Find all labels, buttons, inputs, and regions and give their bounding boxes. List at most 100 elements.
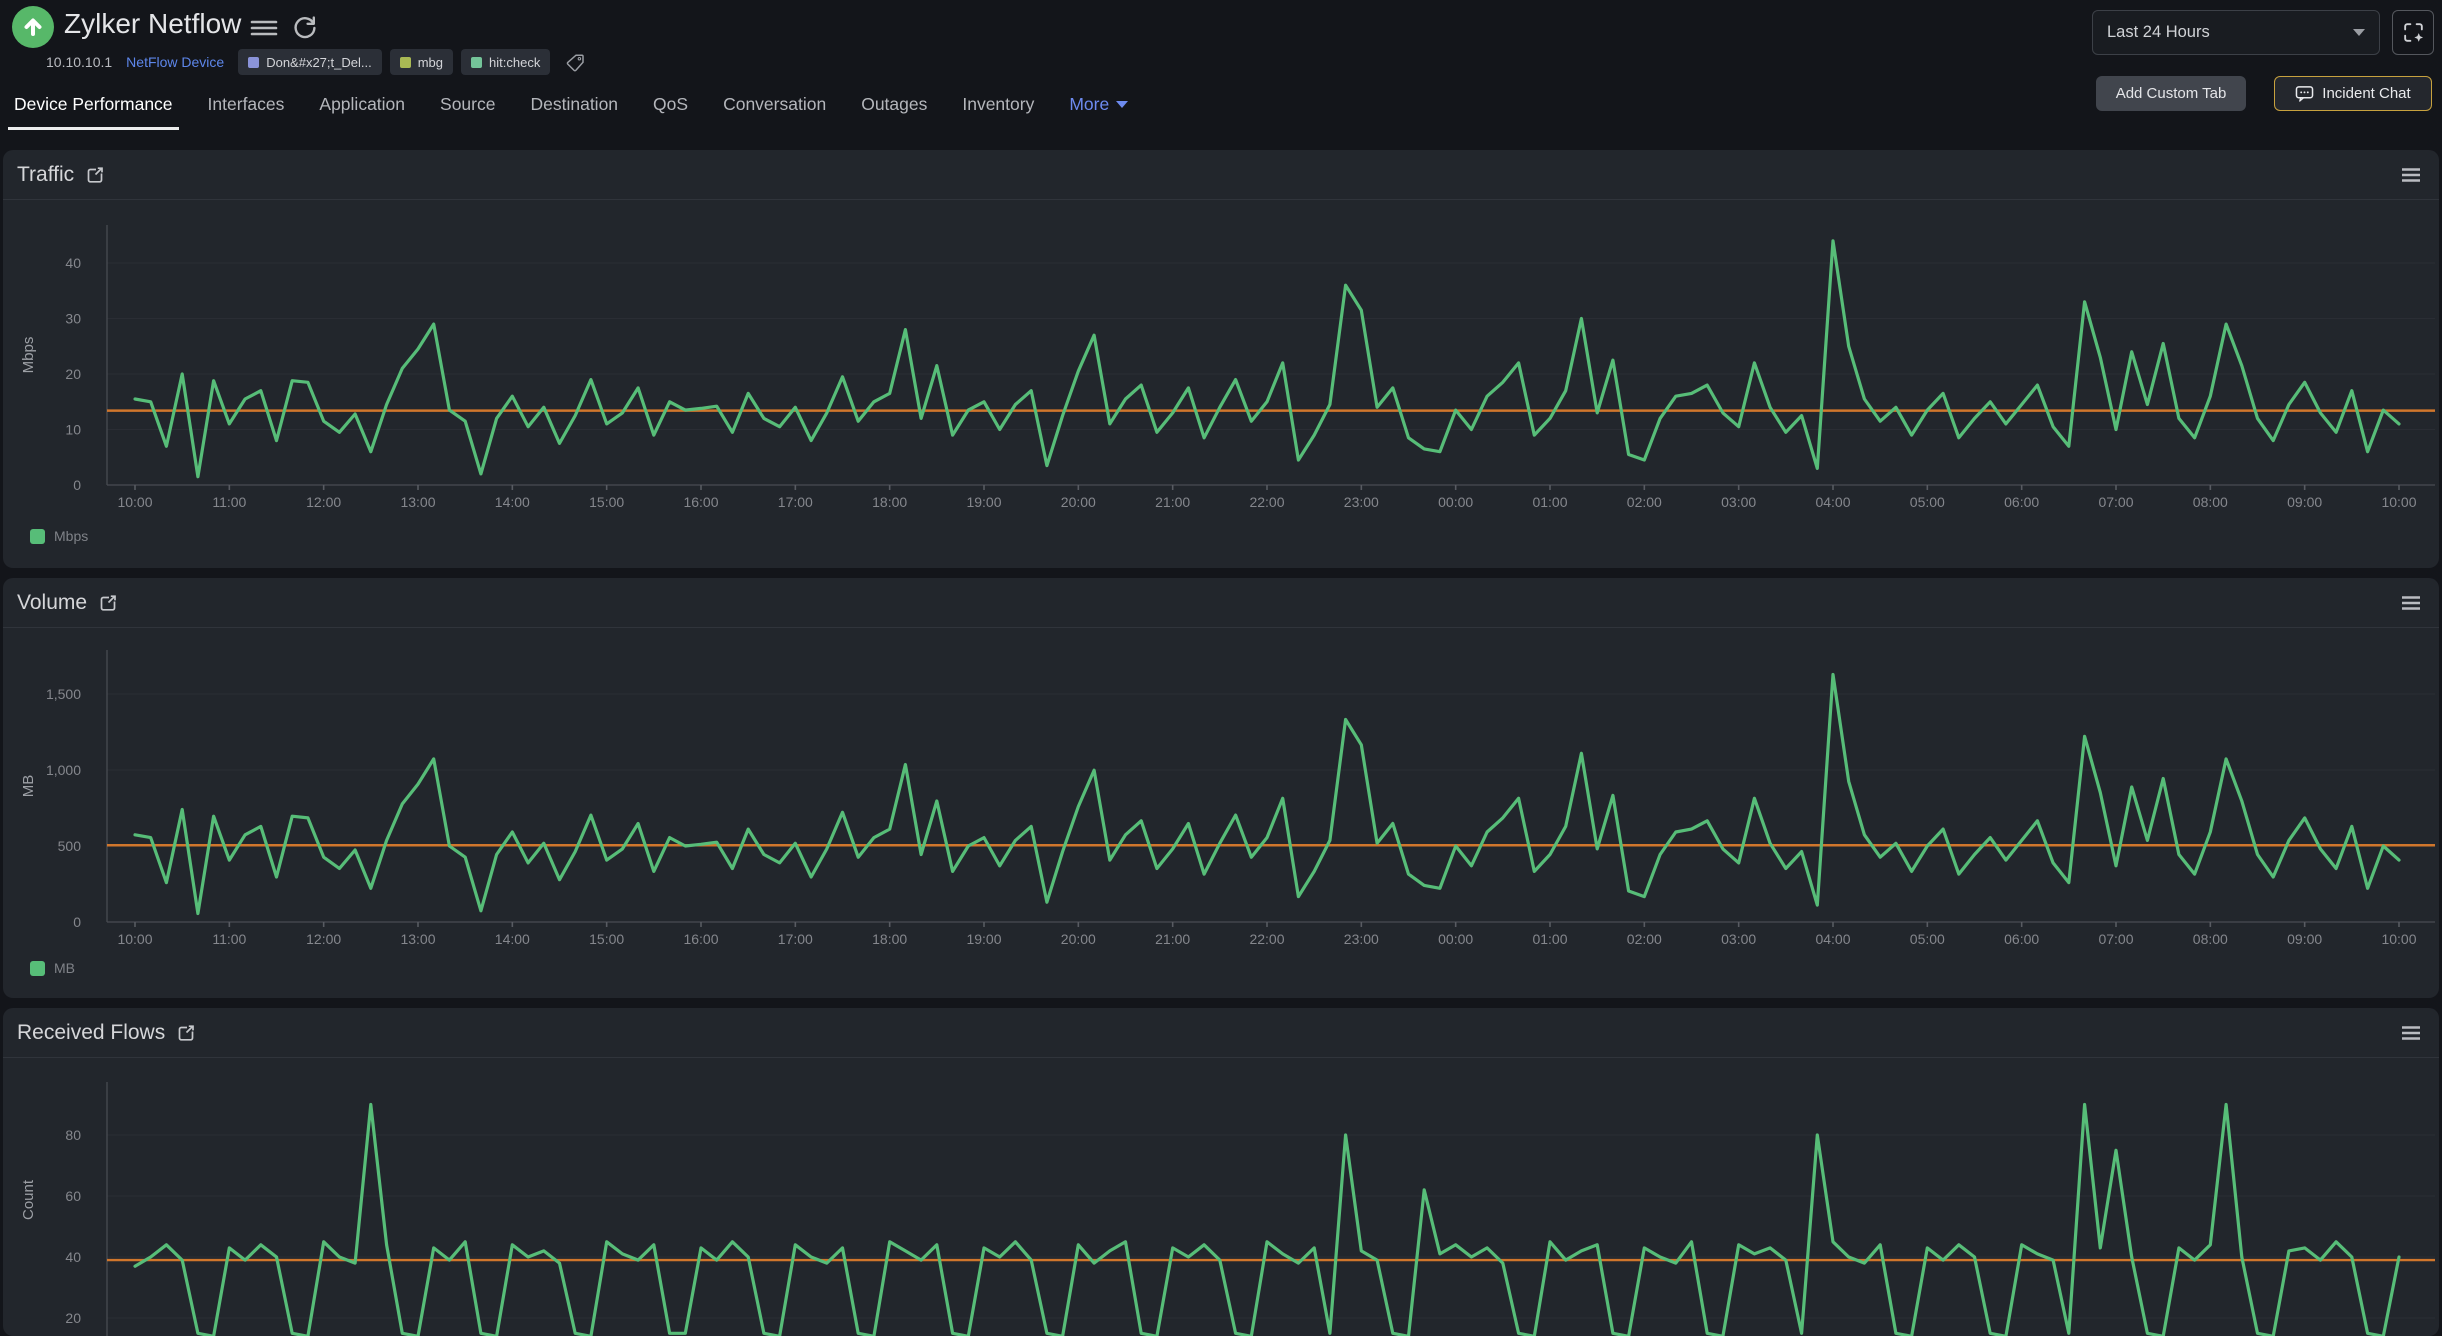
svg-text:03:00: 03:00 bbox=[1721, 494, 1756, 510]
svg-text:10:00: 10:00 bbox=[117, 494, 152, 510]
tab-label: Destination bbox=[530, 94, 618, 114]
svg-text:07:00: 07:00 bbox=[2098, 494, 2133, 510]
svg-text:04:00: 04:00 bbox=[1815, 494, 1850, 510]
device-ip: 10.10.10.1 bbox=[46, 54, 112, 70]
tab-label: Source bbox=[440, 94, 495, 114]
capture-icon bbox=[2401, 20, 2426, 45]
device-menu-icon[interactable] bbox=[250, 16, 278, 40]
tab-more[interactable]: More bbox=[1063, 86, 1134, 130]
svg-text:20:00: 20:00 bbox=[1061, 931, 1096, 947]
tab-label: QoS bbox=[653, 94, 688, 114]
svg-text:21:00: 21:00 bbox=[1155, 494, 1190, 510]
legend-swatch bbox=[30, 961, 45, 976]
chart-menu-icon[interactable] bbox=[2401, 1025, 2421, 1041]
legend-label: Mbps bbox=[54, 528, 88, 544]
tab-conversation[interactable]: Conversation bbox=[717, 86, 832, 130]
svg-text:10:00: 10:00 bbox=[2381, 931, 2416, 947]
svg-text:07:00: 07:00 bbox=[2098, 931, 2133, 947]
svg-text:30: 30 bbox=[65, 311, 81, 327]
svg-text:20:00: 20:00 bbox=[1061, 494, 1096, 510]
tag-label: mbg bbox=[418, 55, 443, 70]
svg-text:10: 10 bbox=[65, 422, 81, 438]
svg-text:0: 0 bbox=[73, 477, 81, 493]
svg-text:40: 40 bbox=[65, 1249, 81, 1265]
tab-source[interactable]: Source bbox=[434, 86, 501, 130]
svg-text:80: 80 bbox=[65, 1127, 81, 1143]
tab-label: Interfaces bbox=[208, 94, 285, 114]
received-flows-card: Received Flows 20 40 60 80 Count bbox=[3, 1008, 2439, 1336]
traffic-chart[interactable]: 0 10 20 30 40 10:00 11:00 12:00 13:00 14:00 15:00 1… bbox=[3, 200, 2439, 535]
svg-text:17:00: 17:00 bbox=[778, 931, 813, 947]
device-type-link[interactable]: NetFlow Device bbox=[126, 54, 224, 70]
expand-icon[interactable] bbox=[86, 166, 104, 184]
svg-text:15:00: 15:00 bbox=[589, 494, 624, 510]
tab-inventory[interactable]: Inventory bbox=[956, 86, 1040, 130]
refresh-icon[interactable] bbox=[292, 15, 318, 41]
svg-text:00:00: 00:00 bbox=[1438, 931, 1473, 947]
volume-card-header: Volume bbox=[3, 578, 2439, 628]
chart-menu-icon[interactable] bbox=[2401, 167, 2421, 183]
svg-text:05:00: 05:00 bbox=[1910, 494, 1945, 510]
svg-text:00:00: 00:00 bbox=[1438, 494, 1473, 510]
tag-chip[interactable]: Don&#x27;t_Del... bbox=[238, 49, 382, 75]
tab-device-performance[interactable]: Device Performance bbox=[8, 86, 179, 130]
svg-text:06:00: 06:00 bbox=[2004, 931, 2039, 947]
svg-text:23:00: 23:00 bbox=[1344, 494, 1379, 510]
tag-label: hit:check bbox=[489, 55, 540, 70]
time-range-select[interactable]: Last 24 Hours bbox=[2092, 10, 2380, 55]
svg-text:16:00: 16:00 bbox=[683, 931, 718, 947]
tag-label: Don&#x27;t_Del... bbox=[266, 55, 372, 70]
tab-label: Conversation bbox=[723, 94, 826, 114]
svg-text:12:00: 12:00 bbox=[306, 931, 341, 947]
tab-interfaces[interactable]: Interfaces bbox=[202, 86, 291, 130]
legend-label: MB bbox=[54, 960, 75, 976]
svg-text:21:00: 21:00 bbox=[1155, 931, 1190, 947]
tag-chip[interactable]: mbg bbox=[390, 49, 453, 75]
svg-text:04:00: 04:00 bbox=[1815, 931, 1850, 947]
capture-button[interactable] bbox=[2392, 10, 2434, 55]
svg-text:12:00: 12:00 bbox=[306, 494, 341, 510]
add-custom-tab-button[interactable]: Add Custom Tab bbox=[2096, 76, 2246, 111]
chart-title-received-flows: Received Flows bbox=[17, 1021, 165, 1045]
traffic-legend[interactable]: Mbps bbox=[30, 528, 88, 544]
svg-text:13:00: 13:00 bbox=[400, 931, 435, 947]
volume-legend[interactable]: MB bbox=[30, 960, 75, 976]
tab-label: More bbox=[1069, 94, 1109, 115]
svg-text:14:00: 14:00 bbox=[495, 494, 530, 510]
tab-qos[interactable]: QoS bbox=[647, 86, 694, 130]
svg-text:40: 40 bbox=[65, 255, 81, 271]
svg-text:MB: MB bbox=[20, 775, 37, 798]
svg-text:23:00: 23:00 bbox=[1344, 931, 1379, 947]
tab-application[interactable]: Application bbox=[313, 86, 411, 130]
tab-outages[interactable]: Outages bbox=[855, 86, 933, 130]
chart-menu-icon[interactable] bbox=[2401, 595, 2421, 611]
received-flows-chart[interactable]: 20 40 60 80 Count bbox=[3, 1060, 2439, 1336]
svg-text:11:00: 11:00 bbox=[212, 494, 246, 510]
svg-text:02:00: 02:00 bbox=[1627, 931, 1662, 947]
svg-text:14:00: 14:00 bbox=[495, 931, 530, 947]
svg-text:13:00: 13:00 bbox=[400, 494, 435, 510]
svg-text:20: 20 bbox=[65, 1310, 81, 1326]
volume-card: Volume 05001,0001,50010:0011:0012:0013:0… bbox=[3, 578, 2439, 998]
svg-text:10:00: 10:00 bbox=[2381, 494, 2416, 510]
svg-text:10:00: 10:00 bbox=[117, 931, 152, 947]
tag-icon[interactable] bbox=[566, 53, 585, 72]
chat-icon bbox=[2295, 85, 2314, 102]
tag-chip[interactable]: hit:check bbox=[461, 49, 550, 75]
svg-text:0: 0 bbox=[73, 914, 81, 930]
chevron-down-icon bbox=[2353, 29, 2365, 36]
expand-icon[interactable] bbox=[99, 594, 117, 612]
tab-destination[interactable]: Destination bbox=[524, 86, 624, 130]
incident-chat-button[interactable]: Incident Chat bbox=[2274, 76, 2432, 111]
svg-text:60: 60 bbox=[65, 1188, 81, 1204]
svg-text:19:00: 19:00 bbox=[966, 931, 1001, 947]
expand-icon[interactable] bbox=[177, 1024, 195, 1042]
svg-text:06:00: 06:00 bbox=[2004, 494, 2039, 510]
svg-text:02:00: 02:00 bbox=[1627, 494, 1662, 510]
svg-text:03:00: 03:00 bbox=[1721, 931, 1756, 947]
svg-text:Count: Count bbox=[20, 1179, 37, 1220]
svg-text:17:00: 17:00 bbox=[778, 494, 813, 510]
volume-chart[interactable]: 05001,0001,50010:0011:0012:0013:0014:001… bbox=[3, 630, 2439, 965]
svg-text:16:00: 16:00 bbox=[683, 494, 718, 510]
svg-text:20: 20 bbox=[65, 366, 81, 382]
